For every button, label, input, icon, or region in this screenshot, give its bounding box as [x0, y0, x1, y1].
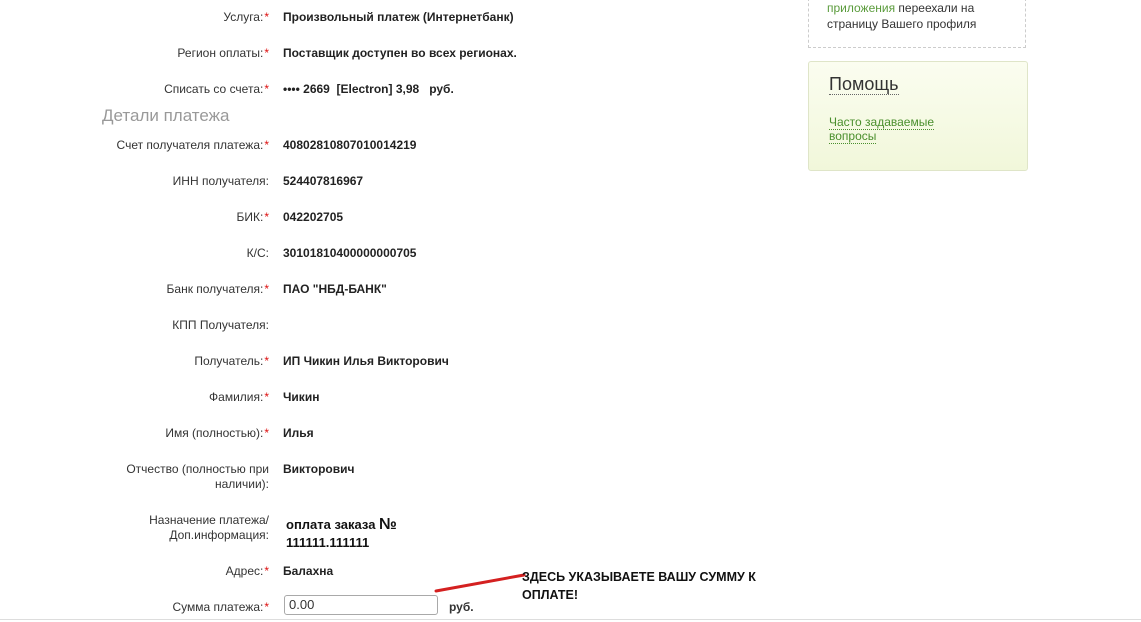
notice-link[interactable]: приложения: [827, 1, 895, 15]
help-box: Помощь Часто задаваемые вопросы: [808, 61, 1028, 171]
ks-label: К/С:: [246, 246, 269, 260]
required-mark: *: [264, 390, 269, 404]
faq-link-line-2[interactable]: вопросы: [829, 129, 877, 144]
bik-value: 042202705: [283, 210, 344, 224]
required-mark: *: [264, 210, 269, 224]
surname-label: Фамилия:*: [209, 390, 269, 404]
kpp-label: КПП Получателя:: [172, 318, 269, 332]
payment-page: приложения переехали на страницу Вашего …: [0, 0, 1141, 622]
inn-label: ИНН получателя:: [172, 174, 269, 188]
amount-label: Сумма платежа:*: [172, 600, 269, 614]
recipient-account-label: Счет получателя платежа:*: [116, 138, 269, 152]
sidebar-notice: приложения переехали на страницу Вашего …: [808, 0, 1026, 48]
purpose-label: Назначение платежа/ Доп.информация:: [149, 513, 269, 542]
notice-line-2: страницу Вашего профиля: [827, 17, 977, 31]
amount-input[interactable]: [284, 595, 438, 615]
required-mark: *: [264, 46, 269, 60]
faq-link[interactable]: Часто задаваемые вопросы: [829, 115, 959, 144]
recipient-value: ИП Чикин Илья Викторович: [283, 354, 449, 368]
name-label: Имя (полностью):*: [165, 426, 269, 440]
annotation-arrow: [434, 573, 526, 593]
required-mark: *: [264, 600, 269, 614]
help-title: Помощь: [829, 74, 899, 95]
required-mark: *: [264, 354, 269, 368]
faq-link-line-1[interactable]: Часто задаваемые: [829, 115, 935, 130]
inn-value: 524407816967: [283, 174, 364, 188]
required-mark: *: [264, 10, 269, 24]
bank-value: ПАО "НБД-БАНК": [283, 282, 387, 296]
purpose-value: оплата заказа № 111111.111111: [286, 516, 397, 550]
required-mark: *: [264, 564, 269, 578]
region-value: Поставщик доступен во всех регионах.: [283, 46, 517, 60]
bank-label: Банк получателя:*: [166, 282, 269, 296]
region-label: Регион оплаты:*: [177, 46, 269, 60]
notice-text: переехали на: [895, 1, 975, 15]
recipient-label: Получатель:*: [194, 354, 269, 368]
address-label: Адрес:*: [225, 564, 269, 578]
required-mark: *: [264, 426, 269, 440]
account-label: Списать со счета:*: [164, 82, 269, 96]
required-mark: *: [264, 82, 269, 96]
address-value: Балахна: [283, 564, 334, 578]
patronymic-label: Отчество (полностью при наличии):: [126, 462, 269, 491]
recipient-account-value: 40802810807010014219: [283, 138, 417, 152]
payment-details-title: Детали платежа: [102, 106, 230, 125]
required-mark: *: [264, 138, 269, 152]
annotation-text: ЗДЕСЬ УКАЗЫВАЕТЕ ВАШУ СУММУ К ОПЛАТЕ!: [522, 570, 756, 602]
account-value: •••• 2669 [Electron] 3,98 руб.: [283, 82, 454, 96]
service-label: Услуга:*: [223, 10, 269, 24]
ks-value: 30101810400000000705: [283, 246, 417, 260]
required-mark: *: [264, 282, 269, 296]
bik-label: БИК:*: [236, 210, 270, 224]
surname-value: Чикин: [283, 390, 320, 404]
notice-line-1: приложения переехали на: [827, 0, 1025, 16]
service-value: Произвольный платеж (Интернетбанк): [283, 10, 514, 24]
patronymic-value: Викторович: [283, 462, 355, 476]
name-value: Илья: [283, 426, 314, 440]
currency-label: руб.: [449, 600, 474, 614]
divider: [0, 619, 1141, 620]
